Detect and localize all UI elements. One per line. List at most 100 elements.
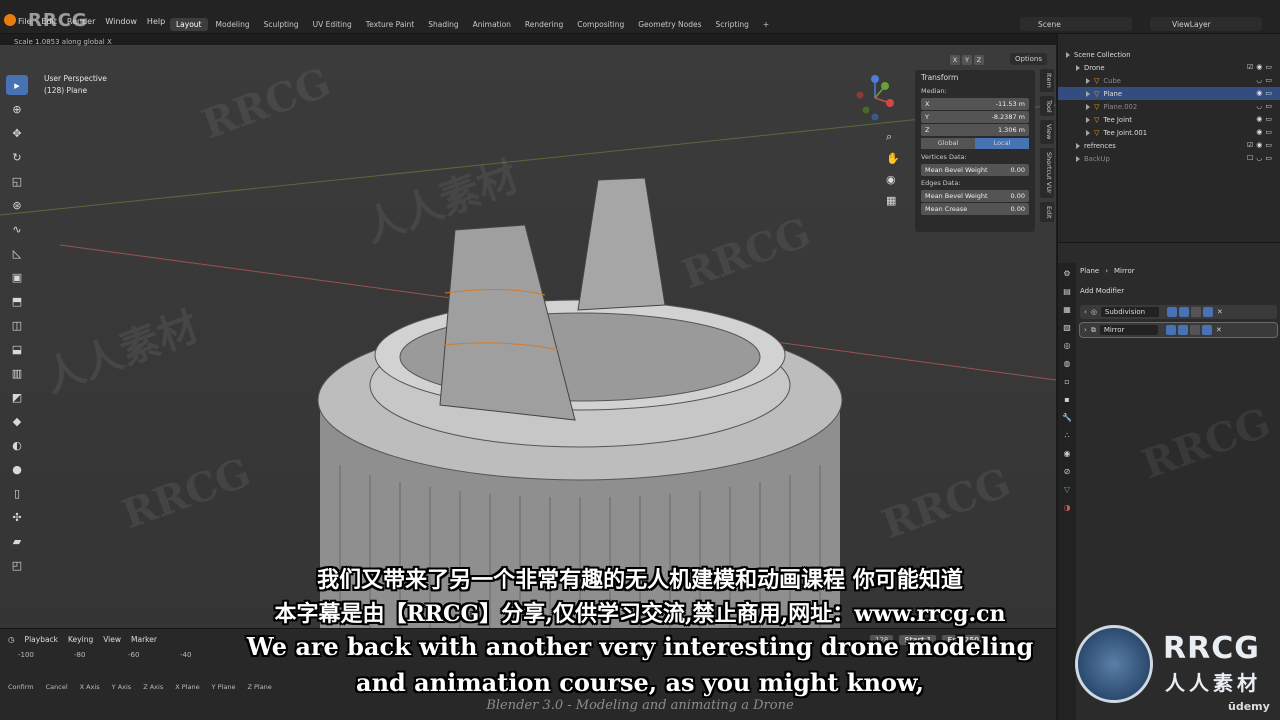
loop-cut-tool-icon[interactable]: ▥ bbox=[6, 363, 28, 383]
bevel-tool-icon[interactable]: ⬓ bbox=[6, 339, 28, 359]
expand-arrow-icon[interactable] bbox=[1086, 116, 1090, 123]
menu-window[interactable]: Window bbox=[105, 17, 137, 26]
constraints-props-icon[interactable]: ⊘ bbox=[1064, 467, 1071, 476]
shear-tool-icon[interactable]: ▰ bbox=[6, 531, 28, 551]
camera-icon[interactable]: ◉ bbox=[886, 173, 900, 186]
visibility-icons[interactable]: ◉▭ bbox=[1256, 115, 1275, 123]
axis-y-button[interactable]: Y bbox=[962, 55, 972, 65]
transform-panel-title[interactable]: Transform bbox=[915, 70, 1035, 85]
grid-icon[interactable]: ▦ bbox=[886, 194, 900, 207]
axis-x-button[interactable]: X bbox=[950, 55, 960, 65]
outliner-row[interactable]: ▽ Tee Joint.001 ◉▭ bbox=[1058, 126, 1280, 139]
outliner-row[interactable]: ▽ Cube ◡▭ bbox=[1058, 74, 1280, 87]
transform-tool-icon[interactable]: ⊛ bbox=[6, 195, 28, 215]
modifier-name-field[interactable]: Mirror bbox=[1099, 325, 1158, 335]
tab-tool[interactable]: Tool bbox=[1040, 95, 1054, 117]
tab-view[interactable]: View bbox=[1040, 120, 1054, 144]
object-props-icon[interactable]: ▪ bbox=[1064, 395, 1069, 404]
edge-crease-field[interactable]: Mean Crease 0.00 bbox=[921, 203, 1029, 215]
annotate-tool-icon[interactable]: ∿ bbox=[6, 219, 28, 239]
expand-arrow-icon[interactable] bbox=[1076, 155, 1080, 162]
blender-logo-icon[interactable] bbox=[4, 14, 16, 26]
modifier-props-icon[interactable]: 🔧 bbox=[1062, 413, 1072, 422]
view-layer-selector[interactable]: ViewLayer bbox=[1150, 17, 1262, 31]
modifier-name-field[interactable]: Subdivision bbox=[1100, 307, 1159, 317]
median-z-field[interactable]: Z 1.306 m bbox=[921, 124, 1029, 136]
modifier-mirror[interactable]: › ⧉ Mirror ✕ bbox=[1079, 322, 1278, 338]
spin-tool-icon[interactable]: ◐ bbox=[6, 435, 28, 455]
tab-animation[interactable]: Animation bbox=[467, 18, 517, 31]
output-props-icon[interactable]: ▦ bbox=[1063, 305, 1071, 314]
outliner-row[interactable]: BackUp ☐◡▭ bbox=[1058, 152, 1280, 165]
tab-uv-editing[interactable]: UV Editing bbox=[307, 18, 358, 31]
expand-arrow-icon[interactable] bbox=[1086, 77, 1090, 84]
shrink-tool-icon[interactable]: ✣ bbox=[6, 507, 28, 527]
expand-arrow-icon[interactable] bbox=[1086, 90, 1090, 97]
particles-props-icon[interactable]: ∴ bbox=[1064, 431, 1069, 440]
options-button[interactable]: Options bbox=[1010, 53, 1048, 65]
local-button[interactable]: Local bbox=[975, 138, 1029, 149]
knife-tool-icon[interactable]: ◩ bbox=[6, 387, 28, 407]
outliner-row[interactable]: ▽ Plane ◉▭ bbox=[1058, 87, 1280, 100]
smooth-tool-icon[interactable]: ● bbox=[6, 459, 28, 479]
global-button[interactable]: Global bbox=[921, 138, 975, 149]
add-cube-tool-icon[interactable]: ▣ bbox=[6, 267, 28, 287]
measure-tool-icon[interactable]: ◺ bbox=[6, 243, 28, 263]
add-workspace-button[interactable]: + bbox=[757, 18, 775, 31]
edge-slide-tool-icon[interactable]: ▯ bbox=[6, 483, 28, 503]
visibility-icons[interactable]: ◡▭ bbox=[1256, 76, 1275, 84]
median-x-field[interactable]: X -11.53 m bbox=[921, 98, 1029, 110]
visibility-icons[interactable]: ☐◡▭ bbox=[1247, 154, 1275, 162]
tab-rendering[interactable]: Rendering bbox=[519, 18, 569, 31]
chevron-right-icon[interactable]: › bbox=[1084, 308, 1087, 316]
move-tool-icon[interactable]: ✥ bbox=[6, 123, 28, 143]
outliner-row[interactable]: ▽ Plane.002 ◡▭ bbox=[1058, 100, 1280, 113]
outliner-row[interactable]: Drone ☑◉▭ bbox=[1058, 61, 1280, 74]
tool-props-icon[interactable]: ⚙ bbox=[1063, 269, 1070, 278]
select-box-tool-icon[interactable]: ▸ bbox=[6, 75, 28, 95]
expand-arrow-icon[interactable] bbox=[1086, 103, 1090, 110]
edge-bevel-weight-field[interactable]: Mean Bevel Weight 0.00 bbox=[921, 190, 1029, 202]
tab-compositing[interactable]: Compositing bbox=[571, 18, 630, 31]
tab-shortcut-vur[interactable]: Shortcut VUr bbox=[1040, 147, 1054, 198]
visibility-icons[interactable]: ☑◉▭ bbox=[1247, 141, 1275, 149]
material-props-icon[interactable]: ◑ bbox=[1064, 503, 1071, 512]
inset-tool-icon[interactable]: ◫ bbox=[6, 315, 28, 335]
chevron-right-icon[interactable]: › bbox=[1084, 326, 1087, 334]
tab-sculpting[interactable]: Sculpting bbox=[258, 18, 305, 31]
median-y-field[interactable]: Y -8.2387 m bbox=[921, 111, 1029, 123]
visibility-icons[interactable]: ◉▭ bbox=[1256, 128, 1275, 136]
tab-texture-paint[interactable]: Texture Paint bbox=[360, 18, 420, 31]
tab-scripting[interactable]: Scripting bbox=[710, 18, 755, 31]
tab-shading[interactable]: Shading bbox=[422, 18, 464, 31]
navigation-gizmo[interactable] bbox=[850, 73, 900, 123]
realtime-toggle[interactable] bbox=[1189, 325, 1200, 335]
scene-selector[interactable]: Scene bbox=[1020, 17, 1132, 31]
tab-modeling[interactable]: Modeling bbox=[210, 18, 256, 31]
render-toggle[interactable] bbox=[1202, 307, 1213, 317]
tab-item[interactable]: Item bbox=[1040, 69, 1054, 92]
tab-geometry-nodes[interactable]: Geometry Nodes bbox=[632, 18, 707, 31]
tab-edit[interactable]: Edit bbox=[1040, 201, 1054, 223]
scale-tool-icon[interactable]: ◱ bbox=[6, 171, 28, 191]
zoom-icon[interactable]: ⌕ bbox=[886, 130, 900, 144]
outliner-row[interactable]: Scene Collection bbox=[1058, 48, 1280, 61]
viewport-toggle[interactable] bbox=[1178, 307, 1189, 317]
render-toggle[interactable] bbox=[1201, 325, 1212, 335]
rotate-tool-icon[interactable]: ↻ bbox=[6, 147, 28, 167]
expand-arrow-icon[interactable] bbox=[1066, 51, 1070, 58]
extrude-tool-icon[interactable]: ⬒ bbox=[6, 291, 28, 311]
poly-build-tool-icon[interactable]: ◆ bbox=[6, 411, 28, 431]
add-modifier-button[interactable]: Add Modifier bbox=[1080, 287, 1277, 295]
cursor-tool-icon[interactable]: ⊕ bbox=[6, 99, 28, 119]
axis-z-button[interactable]: Z bbox=[974, 55, 984, 65]
visibility-icons[interactable]: ◡▭ bbox=[1256, 102, 1275, 110]
expand-arrow-icon[interactable] bbox=[1086, 129, 1090, 136]
data-props-icon[interactable]: ▽ bbox=[1064, 485, 1070, 494]
view-layer-props-icon[interactable]: ▧ bbox=[1063, 323, 1071, 332]
outliner-row[interactable]: ▽ Tee Joint ◉▭ bbox=[1058, 113, 1280, 126]
edit-mode-toggle[interactable] bbox=[1166, 307, 1177, 317]
render-props-icon[interactable]: ▤ bbox=[1063, 287, 1071, 296]
tab-layout[interactable]: Layout bbox=[170, 18, 208, 31]
visibility-icons[interactable]: ☑◉▭ bbox=[1247, 63, 1275, 71]
